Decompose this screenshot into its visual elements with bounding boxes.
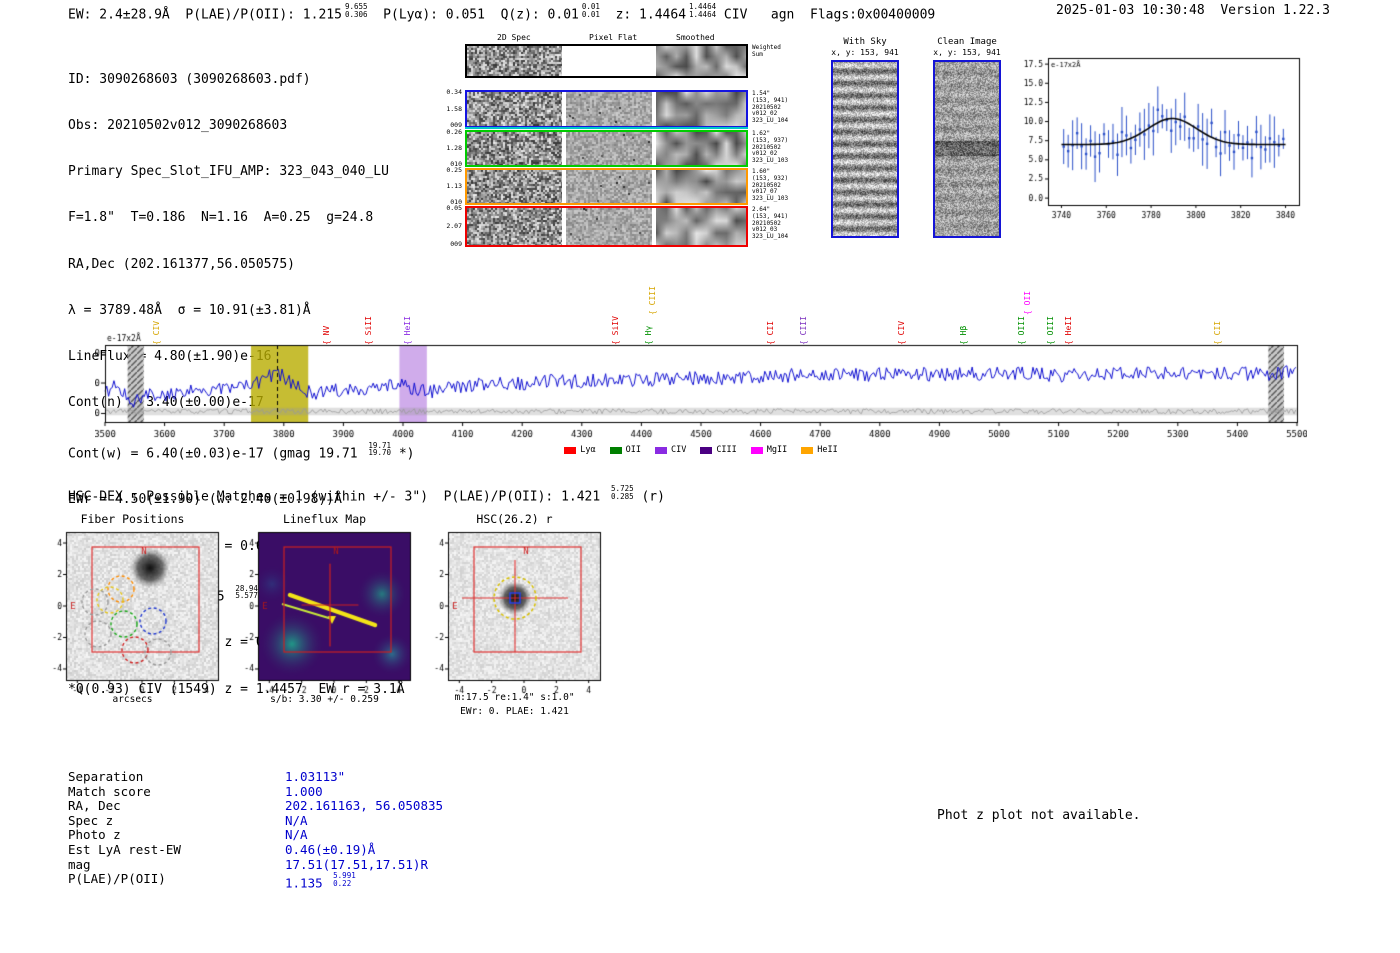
row-label: Spec z [68,812,114,828]
legend-swatch [609,446,622,454]
table-row: Spec z N/A [68,812,308,829]
legend-item: CIV [654,445,686,455]
clean-image-title: Clean Image [937,37,997,47]
strip-annotation: 1.60" (153, 932) 20210502 v017_07 323_LU_103 [752,168,789,203]
legend-item: CIII [700,445,737,455]
smoothed-image [656,208,746,245]
spec2d-strip-row [465,90,748,128]
lineflux-sb-label: s/b: 3.30 +/- 0.259 [270,694,379,705]
row-label: Match score [68,783,151,799]
spec2d-strip-row [465,168,748,205]
table-row: Est LyA rest-EW 0.46(±0.19)Å [68,841,375,858]
strip-scale-labels: 0.05 2.07 009 [446,204,462,248]
legend-item: OII [609,445,641,455]
row-value: 0.46(±0.19)Å [285,841,376,857]
clean-image [933,60,1001,238]
legend-swatch [654,446,667,454]
table-row: mag 17.51(17.51,17.51)R [68,856,428,873]
smoothed-image [656,46,746,76]
hsc-mag-label: m:17.5 re:1.4" s:1.0" [454,692,575,703]
fiber-xlabel: arcsecs [112,694,153,705]
photz-note: Phot z plot not available. [937,808,1141,823]
smoothed-image [656,132,746,165]
pixelflat-image [566,132,652,165]
row-label: Photo z [68,827,121,843]
fiber-positions-panel [40,524,225,698]
row-label: Separation [68,769,144,784]
with-sky-title: With Sky [843,37,887,47]
legend-swatch [700,446,713,454]
row-value: 1.000 [285,783,323,799]
pixelflat-image [566,208,652,245]
with-sky-image [831,60,899,238]
table-row: Photo z N/A [68,827,308,843]
strip-annotation: 1.54" (153, 941) 20210502 v012_02 323_LU_104 [752,90,789,125]
legend-item: Lyα [564,445,596,455]
col-header-smoothed: Smoothed [676,33,715,42]
emission-line-marker: { CIII [648,286,658,315]
hsc-ewr-plae-label: EWr: 0. PLAE: 1.421 [460,706,569,717]
match-table: Separation 1.03113" Match score 1.000 RA, … [68,769,443,890]
with-sky-coords: x, y: 153, 941 [831,48,899,57]
strip-annotation: 1.62" (153, 937) 20210502 v012_02 323_LU_103 [752,130,789,165]
hsc-cutout-panel [422,524,607,698]
spectrum-legend: Lyα OII CIV CIII MgII HeII [95,445,1307,455]
row-value: 1.135 5.991 0.22 [285,871,356,891]
smoothed-image [656,92,746,126]
legend-swatch [564,446,577,454]
strip-scale-labels: 0.34 1.58 009 [446,88,462,129]
strip-annotation: 2.64" (153, 941) 20210502 v012_03 323_LU_104 [752,206,789,241]
pixelflat-image [566,170,652,203]
row-label: Est LyA rest-EW [68,841,181,857]
info-line: Obs: 20210502v012_3090268603 [68,118,288,134]
spec2d-image [467,170,562,203]
row-value: N/A [285,827,308,843]
line-fit-plot [1012,52,1307,232]
clean-image-coords: x, y: 153, 941 [933,48,1001,57]
table-row: Separation 1.03113" [68,769,345,785]
info-line: Primary Spec_Slot_IFU_AMP: 323_043_040_L… [68,164,389,180]
spec2d-image [467,92,562,126]
legend-swatch [750,446,763,454]
spec2d-image [467,208,562,245]
legend-item: HeII [801,445,838,455]
col-header-pixelflat: Pixel Flat [589,33,638,42]
full-spectrum-plot [95,330,1307,456]
row-label: mag [68,856,91,872]
row-label: RA, Dec [68,798,121,814]
row-value: 1.03113" [285,769,346,784]
strip-divider [465,127,748,129]
pixelflat-image [566,46,652,76]
row-value: 202.161163, 56.050835 [285,798,444,814]
table-row: Match score 1.000 [68,783,323,800]
spec2d-strip-row [465,206,748,247]
row-label: P(LAE)/P(OII) [68,871,166,887]
info-line: ID: 3090268603 (3090268603.pdf) [68,71,311,87]
smoothed-image [656,170,746,203]
summary-header: EW: 2.4±28.9Å P(LAE)/P(OII): 1.215 9.655 0… [68,2,936,23]
strip-annotation: Weighted Sum [752,44,781,58]
table-row: P(LAE)/P(OII) 1.135 5.991 0.22 [68,871,356,890]
strip-scale-labels: 0.25 1.13 010 [446,166,462,206]
emission-line-marker: { OII [1023,290,1033,315]
row-value: N/A [285,812,308,828]
hsc-match-summary: HSC-DEX : Possible Matches = 1 (within +… [68,484,665,505]
spec2d-strip-row [465,44,748,78]
info-line: F=1.8" T=0.186 N=1.16 A=0.25 g=24.8 [68,210,374,226]
pixelflat-image [566,92,652,126]
row-value: 17.51(17.51,17.51)R [285,856,428,872]
col-header-2dspec: 2D Spec [497,33,531,42]
spec2d-image [467,132,562,165]
table-row: RA, Dec 202.161163, 56.050835 [68,798,443,814]
legend-swatch [801,446,814,454]
lineflux-map-panel [232,524,417,698]
timestamp-version: 2025-01-03 10:30:48 Version 1.22.3 [1056,3,1330,18]
spec2d-image [467,46,562,76]
strip-scale-labels: 0.26 1.28 010 [446,128,462,168]
spec2d-strip-row [465,130,748,167]
legend-item: MgII [750,445,787,455]
